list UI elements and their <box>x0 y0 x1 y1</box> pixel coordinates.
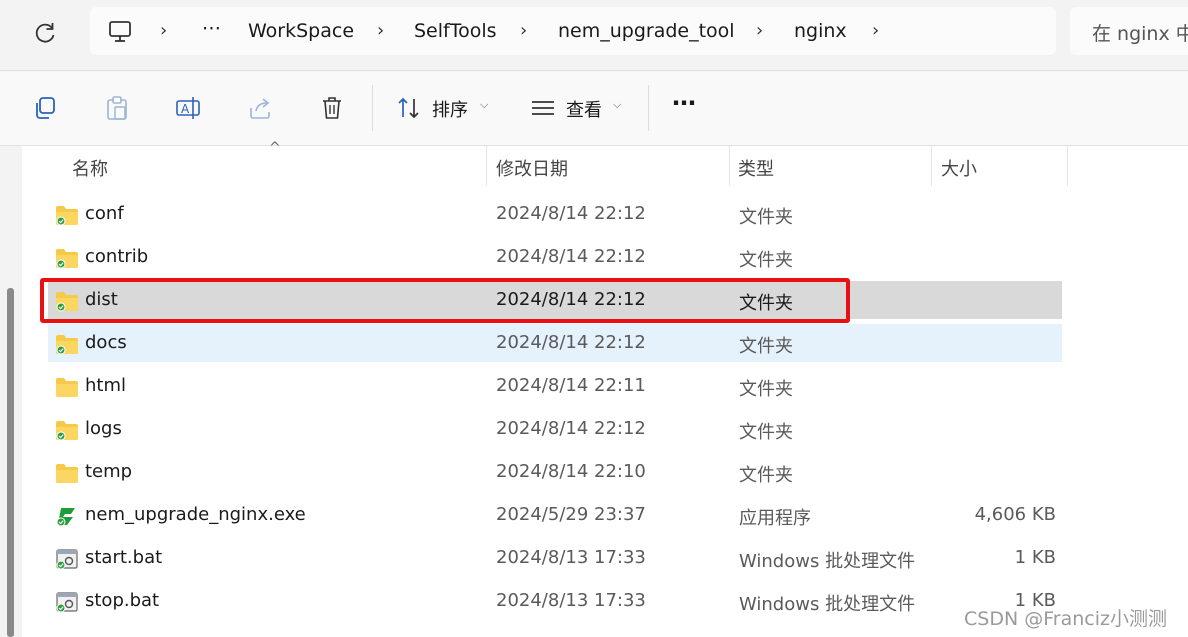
file-type: 应用程序 <box>739 508 811 529</box>
file-date: 2024/8/14 22:12 <box>496 246 646 267</box>
command-toolbar: A 排序 ⌵ 查看 ⌵ ⋯ <box>0 71 1188 145</box>
chevron-right-icon[interactable]: › <box>160 20 167 41</box>
folder-icon <box>56 464 78 483</box>
breadcrumb-selftools[interactable]: SelfTools <box>414 20 497 42</box>
file-type: 文件夹 <box>739 336 793 357</box>
file-date: 2024/8/14 22:12 <box>496 418 646 439</box>
column-size[interactable]: 大小 <box>941 155 977 181</box>
file-date: 2024/8/14 22:12 <box>496 203 646 224</box>
column-name[interactable]: 名称 <box>72 155 108 181</box>
view-button-label[interactable]: 查看 <box>566 96 602 122</box>
file-row[interactable]: start.bat 2024/8/13 17:33 Windows 批处理文件 … <box>48 539 1062 577</box>
folder-icon <box>56 335 78 355</box>
chevron-right-icon[interactable]: › <box>872 20 879 41</box>
file-type: 文件夹 <box>739 207 793 228</box>
bat-icon <box>56 549 78 570</box>
file-row[interactable]: conf 2024/8/14 22:12 文件夹 <box>48 195 1062 233</box>
file-name: docs <box>85 332 127 353</box>
file-row[interactable]: nem_upgrade_nginx.exe 2024/5/29 23:37 应用… <box>48 496 1062 534</box>
file-name: nem_upgrade_nginx.exe <box>85 504 306 525</box>
column-separator[interactable] <box>486 146 487 186</box>
toolbar-separator <box>648 85 649 131</box>
navigation-scrollbar[interactable] <box>7 288 14 637</box>
column-separator[interactable] <box>729 146 730 186</box>
breadcrumb-nem-upgrade-tool[interactable]: nem_upgrade_tool <box>558 20 735 42</box>
file-name: html <box>85 375 127 396</box>
file-row[interactable]: stop.bat 2024/8/13 17:33 Windows 批处理文件 1… <box>48 582 1062 620</box>
file-date: 2024/8/14 22:12 <box>496 332 646 353</box>
paste-icon <box>107 96 127 120</box>
highlight-annotation-box <box>40 278 850 323</box>
breadcrumb-overflow[interactable]: ⋯ <box>202 17 221 39</box>
share-icon <box>250 98 270 119</box>
view-icon[interactable] <box>530 95 556 121</box>
chevron-right-icon[interactable]: › <box>377 20 384 41</box>
navigation-bar: › ⋯ WorkSpace › SelfTools › nem_upgrade_… <box>0 0 1188 70</box>
file-row[interactable]: contrib 2024/8/14 22:12 文件夹 <box>48 238 1062 276</box>
column-date-modified[interactable]: 修改日期 <box>496 155 568 181</box>
search-placeholder: 在 nginx 中 <box>1092 23 1188 45</box>
folder-icon <box>56 378 78 397</box>
file-name: start.bat <box>85 547 163 568</box>
file-type: 文件夹 <box>739 465 793 486</box>
column-header: ^ 名称 修改日期 类型 大小 <box>22 140 1188 188</box>
delete-icon[interactable] <box>319 95 345 121</box>
file-type: 文件夹 <box>739 422 793 443</box>
column-separator[interactable] <box>931 146 932 186</box>
file-name: logs <box>85 418 122 439</box>
this-pc-icon[interactable] <box>108 20 134 44</box>
chevron-right-icon[interactable]: › <box>520 20 527 41</box>
search-box[interactable]: 在 nginx 中 <box>1070 7 1188 55</box>
more-options-button[interactable]: ⋯ <box>672 89 696 117</box>
watermark: CSDN @Franciz小测测 <box>964 608 1167 630</box>
copy-icon[interactable] <box>32 95 58 121</box>
file-type: 文件夹 <box>739 250 793 271</box>
svg-text:A: A <box>181 102 190 116</box>
file-date: 2024/8/13 17:33 <box>496 590 646 611</box>
bat-icon <box>56 592 78 613</box>
sort-icon[interactable] <box>396 95 422 121</box>
file-size: 4,606 KB <box>974 504 1056 525</box>
file-row-hover[interactable]: docs 2024/8/14 22:12 文件夹 <box>48 324 1062 362</box>
file-type: Windows 批处理文件 <box>739 594 916 615</box>
file-row[interactable]: temp 2024/8/14 22:10 文件夹 <box>48 453 1062 491</box>
chevron-down-icon[interactable]: ⌵ <box>613 98 621 112</box>
file-date: 2024/8/14 22:10 <box>496 461 646 482</box>
folder-icon <box>56 206 78 226</box>
folder-icon <box>56 421 78 441</box>
file-row[interactable]: html 2024/8/14 22:11 文件夹 <box>48 367 1062 405</box>
column-type[interactable]: 类型 <box>738 155 774 181</box>
folder-icon <box>56 249 78 269</box>
file-date: 2024/8/14 22:11 <box>496 375 646 396</box>
file-date: 2024/8/13 17:33 <box>496 547 646 568</box>
exe-icon <box>56 508 75 527</box>
file-type: 文件夹 <box>739 379 793 400</box>
toolbar-separator <box>372 85 373 131</box>
file-name: conf <box>85 203 124 224</box>
file-row[interactable]: logs 2024/8/14 22:12 文件夹 <box>48 410 1062 448</box>
breadcrumb-workspace[interactable]: WorkSpace <box>248 20 354 42</box>
file-name: temp <box>85 461 133 482</box>
breadcrumb-nginx[interactable]: nginx <box>794 20 847 42</box>
file-size: 1 KB <box>1014 547 1056 568</box>
file-name: contrib <box>85 246 149 267</box>
file-date: 2024/5/29 23:37 <box>496 504 646 525</box>
chevron-down-icon[interactable]: ⌵ <box>480 98 488 112</box>
sort-ascending-icon: ^ <box>269 140 281 156</box>
file-name: stop.bat <box>85 590 160 611</box>
column-separator[interactable] <box>1067 146 1068 186</box>
file-type: Windows 批处理文件 <box>739 551 916 572</box>
rename-icon[interactable]: A <box>175 95 201 121</box>
refresh-icon[interactable] <box>30 18 60 48</box>
address-bar[interactable]: › ⋯ WorkSpace › SelfTools › nem_upgrade_… <box>90 7 1056 55</box>
chevron-right-icon[interactable]: › <box>756 20 763 41</box>
sort-button-label[interactable]: 排序 <box>432 96 468 122</box>
